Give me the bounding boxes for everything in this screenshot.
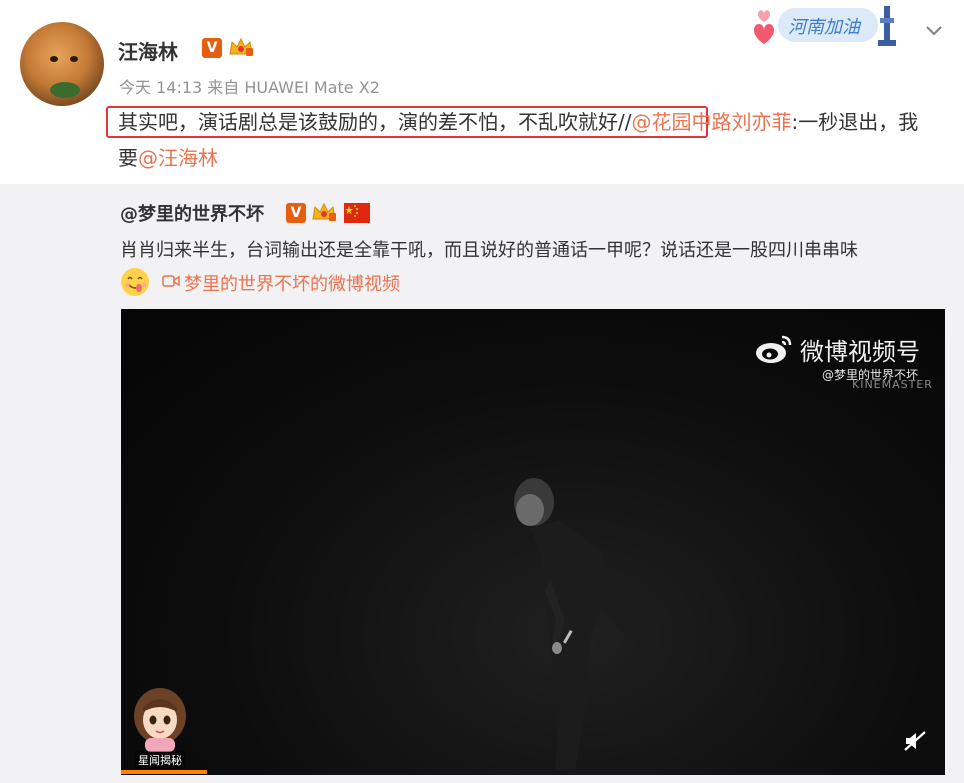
- video-camera-icon: [162, 275, 180, 287]
- username[interactable]: 汪海林: [118, 36, 178, 65]
- avatar-eye: [50, 56, 58, 62]
- watermark-brand: KINEMASTER: [852, 378, 933, 391]
- cartoon-avatar-icon: [134, 688, 186, 752]
- mute-icon[interactable]: [902, 729, 928, 753]
- avatar-eye: [70, 56, 78, 62]
- avatar-leaf: [50, 82, 80, 98]
- post-text: 其实吧，演话剧总是该鼓励的，演的差不怕，不乱吹就好//@花园中路刘亦菲:一秒退出…: [118, 104, 938, 176]
- retweet-username[interactable]: @梦里的世界不坏: [120, 200, 264, 226]
- weibo-logo-icon: [756, 335, 792, 363]
- video-progress-bar[interactable]: [121, 770, 207, 774]
- performer-figure: [514, 478, 640, 770]
- crown-icon: [312, 202, 336, 221]
- crown-icon: [229, 37, 253, 56]
- post-meta: 今天 14:13 来自 HUAWEI Mate X2: [119, 78, 380, 97]
- corner-label: 星闻揭秘: [135, 751, 185, 769]
- repost-slash: //: [618, 110, 632, 134]
- festive-banner: 河南加油: [754, 6, 896, 46]
- mention-link[interactable]: @花园中路刘亦菲: [631, 110, 791, 134]
- mention-link[interactable]: @汪海林: [138, 146, 218, 170]
- china-flag-icon: [344, 203, 370, 223]
- retweet-text: 肖肖归来半生，台词输出还是全靠干吼，而且说好的普通话一甲呢？说话还是一股四川串串…: [120, 240, 858, 261]
- yummy-face-icon: [121, 268, 149, 296]
- chevron-down-icon[interactable]: [924, 20, 944, 40]
- video-link[interactable]: 梦里的世界不坏的微博视频: [184, 270, 400, 296]
- festive-text: 河南加油: [788, 17, 862, 38]
- highlighted-sentence: 其实吧，演话剧总是该鼓励的，演的差不怕，不乱吹就好: [118, 110, 618, 134]
- verified-badge: V: [286, 203, 306, 223]
- avatar[interactable]: [20, 22, 104, 106]
- watermark-title: 微博视频号: [800, 338, 920, 366]
- verified-badge: V: [202, 38, 222, 58]
